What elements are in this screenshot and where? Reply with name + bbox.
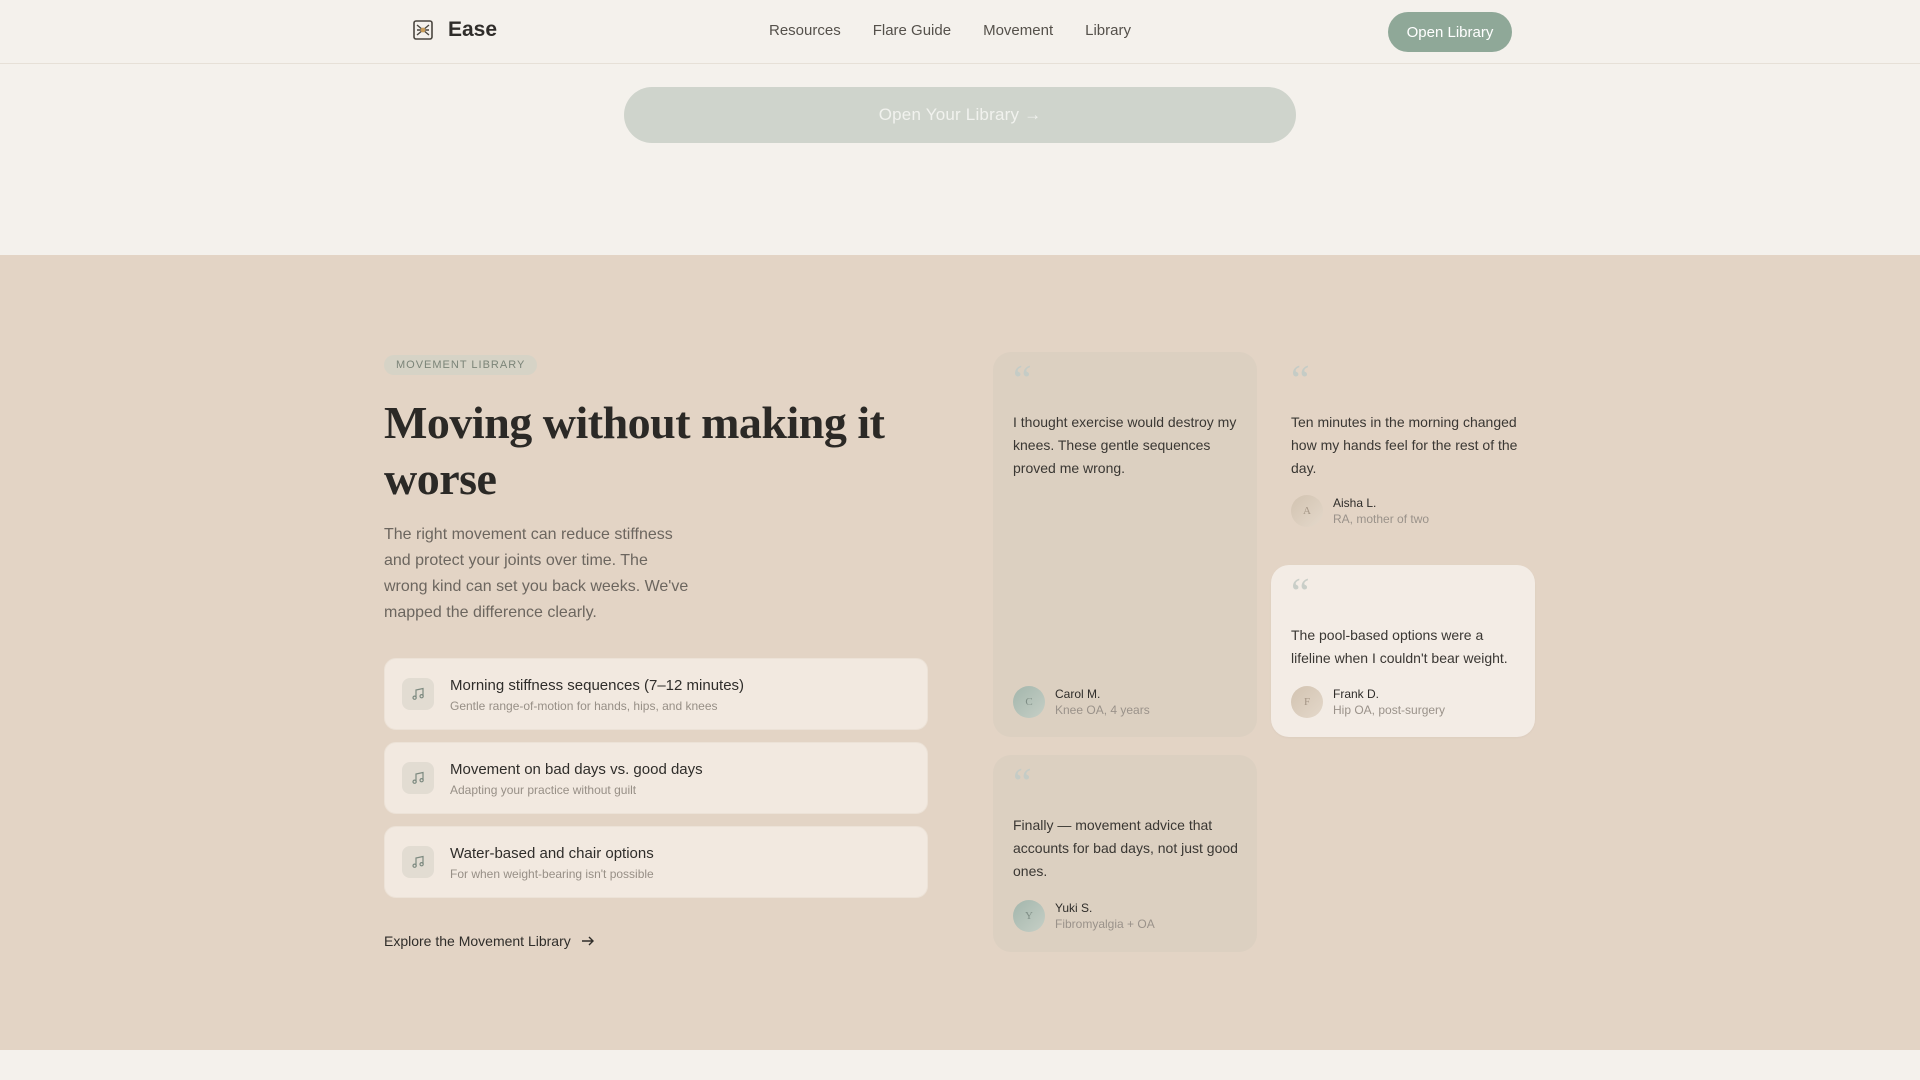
music-note-icon <box>402 762 434 794</box>
quote-icon: “ <box>1291 571 1310 617</box>
author-name: Carol M. <box>1055 687 1101 701</box>
nav-library[interactable]: Library <box>1085 22 1131 39</box>
logo-icon <box>413 20 433 40</box>
explore-link-label: Explore the Movement Library <box>384 933 571 949</box>
feature-title: Movement on bad days vs. good days <box>450 761 703 778</box>
section-eyebrow: MOVEMENT LIBRARY <box>384 355 538 375</box>
brand[interactable]: Ease <box>412 18 497 42</box>
music-note-icon <box>402 678 434 710</box>
testimonial-author: Y Yuki S. Fibromyalgia + OA <box>1013 900 1155 932</box>
feature-item-morning[interactable]: Morning stiffness sequences (7–12 minute… <box>384 658 928 730</box>
section-title: Moving without making it worse <box>384 397 885 504</box>
testimonial-quote: Finally — movement advice that accounts … <box>1013 817 1238 879</box>
explore-movement-library-link[interactable]: Explore the Movement Library <box>384 933 595 949</box>
feature-subtitle: Adapting your practice without guilt <box>450 783 637 797</box>
open-your-library-button[interactable]: Open Your Library → <box>624 87 1296 143</box>
feature-title: Water-based and chair options <box>450 845 654 862</box>
author-name: Yuki S. <box>1055 901 1093 915</box>
testimonial-author: A Aisha L. RA, mother of two <box>1291 495 1429 527</box>
author-name: Frank D. <box>1333 687 1380 701</box>
nav-resources[interactable]: Resources <box>769 22 841 39</box>
arrow-right-icon <box>581 936 594 946</box>
testimonial-author: C Carol M. Knee OA, 4 years <box>1013 686 1150 718</box>
feature-subtitle: Gentle range-of-motion for hands, hips, … <box>450 699 718 713</box>
music-note-icon <box>402 846 434 878</box>
quote-icon: “ <box>1013 358 1032 404</box>
brand-name: Ease <box>448 18 498 41</box>
author-meta: Knee OA, 4 years <box>1055 703 1150 717</box>
author-meta: RA, mother of two <box>1333 512 1430 526</box>
main-nav: Resources Flare Guide Movement Library <box>769 22 1131 39</box>
testimonial-author: F Frank D. Hip OA, post-surgery <box>1291 686 1445 718</box>
open-library-button[interactable]: Open Library <box>1388 12 1512 52</box>
feature-subtitle: For when weight-bearing isn't possible <box>450 867 654 881</box>
testimonial-card-carol: “ I thought exercise would destroy my kn… <box>993 352 1257 737</box>
site-header: Ease Resources Flare Guide Movement Libr… <box>0 0 1920 64</box>
testimonial-card-frank: “ The pool-based options were a lifeline… <box>1271 565 1535 737</box>
testimonial-quote: I thought exercise would destroy my knee… <box>1013 414 1237 476</box>
avatar: A <box>1291 495 1323 527</box>
author-meta: Fibromyalgia + OA <box>1055 917 1155 931</box>
nav-movement[interactable]: Movement <box>983 22 1053 39</box>
avatar: Y <box>1013 900 1045 932</box>
feature-title: Morning stiffness sequences (7–12 minute… <box>450 677 745 694</box>
author-name: Aisha L. <box>1333 496 1377 510</box>
testimonial-card-aisha: “ Ten minutes in the morning changed how… <box>1271 352 1535 550</box>
avatar: C <box>1013 686 1045 718</box>
quote-icon: “ <box>1291 358 1310 404</box>
page-footer-edge <box>0 1050 1920 1080</box>
avatar: F <box>1291 686 1323 718</box>
testimonial-quote: The pool-based options were a lifeline w… <box>1291 627 1508 666</box>
feature-item-bad-days[interactable]: Movement on bad days vs. good days Adapt… <box>384 742 928 814</box>
feature-item-water-chair[interactable]: Water-based and chair options For when w… <box>384 826 928 898</box>
author-meta: Hip OA, post-surgery <box>1333 703 1446 717</box>
nav-flare-guide[interactable]: Flare Guide <box>873 22 951 39</box>
testimonial-card-yuki: “ Finally — movement advice that account… <box>993 755 1257 952</box>
section-description: The right movement can reduce stiffness … <box>384 526 689 621</box>
testimonial-quote: Ten minutes in the morning changed how m… <box>1291 414 1518 476</box>
quote-icon: “ <box>1013 761 1032 807</box>
movement-section: MOVEMENT LIBRARY Moving without making i… <box>0 255 1920 1050</box>
